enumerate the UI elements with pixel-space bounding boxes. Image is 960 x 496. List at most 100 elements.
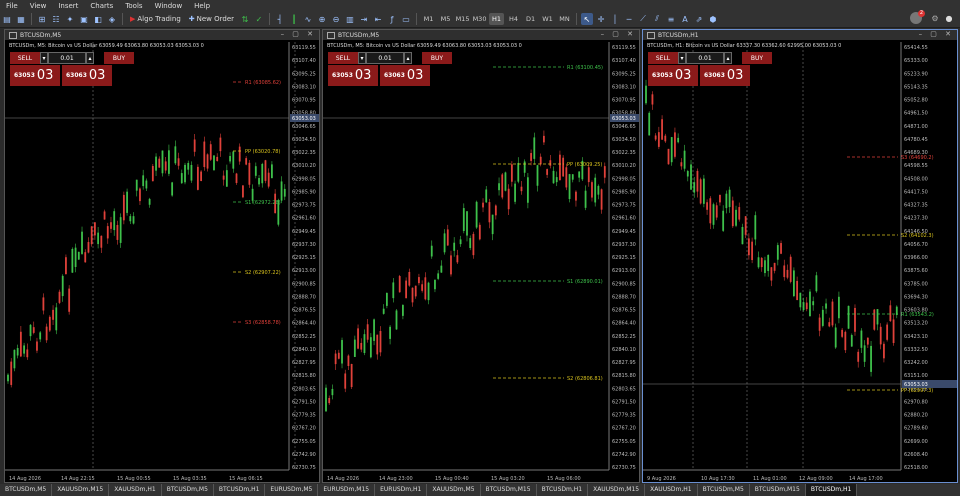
volume-down-icon[interactable]: ▾ — [358, 52, 366, 64]
y-tick-label: 65052.80 — [904, 98, 928, 104]
menu-help[interactable]: Help — [188, 2, 216, 10]
buy-button[interactable]: BUY — [742, 52, 772, 64]
chart-canvas[interactable]: 63119.55 63107.40 63095.25 63083.10 63070.95… — [5, 30, 320, 483]
chart-tab[interactable]: XAUUSDm,H1 — [109, 484, 162, 496]
market-watch-icon[interactable]: ⊞ — [36, 13, 48, 25]
timeframe-m5[interactable]: M5 — [438, 13, 453, 25]
buy-button[interactable]: BUY — [104, 52, 134, 64]
window-controls-icon[interactable]: – ▢ ✕ — [601, 30, 636, 38]
menu-file[interactable]: File — [0, 2, 24, 10]
cursor-icon[interactable]: ↖ — [581, 13, 594, 25]
window-controls-icon[interactable]: – ▢ ✕ — [919, 30, 954, 38]
signals-icon[interactable]: ⚙ — [929, 12, 941, 24]
chart-canvas[interactable]: 65414.55 65333.00 65233.90 65143.35 65052.80… — [643, 30, 958, 483]
shapes-icon[interactable]: ⬢ — [707, 13, 719, 25]
channel-icon[interactable]: ⫽ — [651, 13, 663, 25]
buy-price[interactable]: 63063 03 — [62, 65, 112, 86]
chart-tab[interactable]: BTCUSDm,H1 — [537, 484, 589, 496]
chart-canvas[interactable]: 63119.55 63107.40 63095.25 63083.10 63070.95… — [323, 30, 640, 483]
sell-button[interactable]: SELL — [328, 52, 358, 64]
volume-up-icon[interactable]: ▴ — [86, 52, 94, 64]
chart-shift-icon[interactable]: ⇥ — [358, 13, 370, 25]
chart-window[interactable]: 63119.55 63107.40 63095.25 63083.10 63070.95… — [322, 29, 640, 483]
chart-tab[interactable]: XAUUSDm,H1 — [645, 484, 698, 496]
timeframe-w1[interactable]: W1 — [540, 13, 555, 25]
notifications-icon[interactable]: 2 — [910, 10, 925, 24]
text-icon[interactable]: A — [679, 13, 691, 25]
horizontal-line-icon[interactable]: ─ — [623, 13, 635, 25]
new-chart-icon[interactable]: ▤ — [1, 13, 13, 25]
buy-button[interactable]: BUY — [422, 52, 452, 64]
chart-tab[interactable]: BTCUSDm,M15 — [750, 484, 806, 496]
timeframe-m15[interactable]: M15 — [455, 13, 470, 25]
chart-tab[interactable]: XAUUSDm,M15 — [52, 484, 110, 496]
profiles-icon[interactable]: ▦ — [15, 13, 27, 25]
menu-tools[interactable]: Tools — [119, 2, 148, 10]
timeframe-m1[interactable]: M1 — [421, 13, 436, 25]
volume-input[interactable]: 0.01 — [366, 52, 404, 64]
window-controls-icon[interactable]: – ▢ ✕ — [281, 30, 316, 38]
terminal-icon[interactable]: ▣ — [78, 13, 90, 25]
candle — [873, 309, 876, 330]
zoom-in-icon[interactable]: ⊕ — [316, 13, 328, 25]
timeframe-m30[interactable]: M30 — [472, 13, 487, 25]
trendline-icon[interactable]: ⟋ — [637, 13, 649, 25]
metaeditor-icon[interactable]: ◈ — [106, 13, 118, 25]
navigator-icon[interactable]: ✦ — [64, 13, 76, 25]
chart-tab[interactable]: EURUSDm,M15 — [318, 484, 376, 496]
menu-charts[interactable]: Charts — [84, 2, 119, 10]
chart-tab[interactable]: XAUUSDm,M15 — [588, 484, 646, 496]
new-order-button[interactable]: ✚ New Order — [186, 13, 237, 25]
sell-button[interactable]: SELL — [10, 52, 40, 64]
strategy-tester-icon[interactable]: ◧ — [92, 13, 104, 25]
volume-down-icon[interactable]: ▾ — [678, 52, 686, 64]
indicators-icon[interactable]: ƒ — [386, 13, 398, 25]
volume-input[interactable]: 0.01 — [686, 52, 724, 64]
templates-icon[interactable]: ▭ — [400, 13, 412, 25]
volume-down-icon[interactable]: ▾ — [40, 52, 48, 64]
candle — [177, 158, 180, 166]
timeframe-mn[interactable]: MN — [557, 13, 572, 25]
arrow-icon[interactable]: ⇗ — [693, 13, 705, 25]
chart-tab[interactable]: EURUSDm,M5 — [265, 484, 319, 496]
buy-sell-icon[interactable]: ⇅ — [239, 13, 251, 25]
candlestick-icon[interactable]: ┃ — [288, 13, 300, 25]
volume-up-icon[interactable]: ▴ — [724, 52, 732, 64]
chart-tab[interactable]: EURUSDm,H1 — [375, 484, 428, 496]
timeframe-d1[interactable]: D1 — [523, 13, 538, 25]
line-chart-icon[interactable]: ∿ — [302, 13, 314, 25]
chart-tab[interactable]: XAUUSDm,M5 — [427, 484, 481, 496]
one-click-icon[interactable]: ✓ — [253, 13, 265, 25]
timeframe-h4[interactable]: H4 — [506, 13, 521, 25]
autoscroll-icon[interactable]: ⇤ — [372, 13, 384, 25]
chart-tab[interactable]: BTCUSDm,M5 — [0, 484, 53, 496]
volume-up-icon[interactable]: ▴ — [404, 52, 412, 64]
buy-price[interactable]: 63063 03 — [380, 65, 430, 86]
menu-insert[interactable]: Insert — [52, 2, 84, 10]
chart-window[interactable]: 63119.55 63107.40 63095.25 63083.10 63070.95… — [4, 29, 320, 483]
timeframe-h1[interactable]: H1 — [489, 13, 505, 25]
tile-windows-icon[interactable]: ▥ — [344, 13, 356, 25]
crosshair-icon[interactable]: ✛ — [595, 13, 607, 25]
volume-input[interactable]: 0.01 — [48, 52, 86, 64]
buy-price[interactable]: 63063 03 — [700, 65, 750, 86]
chart-tab[interactable]: BTCUSDm,M5 — [698, 484, 750, 496]
sell-price[interactable]: 63053 03 — [648, 65, 698, 86]
sell-button[interactable]: SELL — [648, 52, 678, 64]
zoom-out-icon[interactable]: ⊖ — [330, 13, 342, 25]
fibonacci-icon[interactable]: ≡ — [665, 13, 677, 25]
bar-chart-icon[interactable]: ┤ — [274, 13, 286, 25]
data-window-icon[interactable]: ☷ — [50, 13, 62, 25]
account-icon[interactable]: ● — [943, 12, 955, 24]
chart-tab-active[interactable]: BTCUSDm,H1 — [805, 484, 858, 496]
vertical-line-icon[interactable]: │ — [609, 13, 621, 25]
menu-window[interactable]: Window — [149, 2, 189, 10]
algo-trading-button[interactable]: ▶ Algo Trading — [127, 13, 184, 25]
chart-window[interactable]: 65414.55 65333.00 65233.90 65143.35 65052.80… — [642, 29, 958, 483]
chart-tab[interactable]: BTCUSDm,M15 — [481, 484, 537, 496]
sell-price[interactable]: 63053 03 — [328, 65, 378, 86]
chart-tab[interactable]: BTCUSDm,M5 — [162, 484, 214, 496]
sell-price[interactable]: 63053 03 — [10, 65, 60, 86]
menu-view[interactable]: View — [24, 2, 53, 10]
chart-tab[interactable]: BTCUSDm,H1 — [214, 484, 266, 496]
